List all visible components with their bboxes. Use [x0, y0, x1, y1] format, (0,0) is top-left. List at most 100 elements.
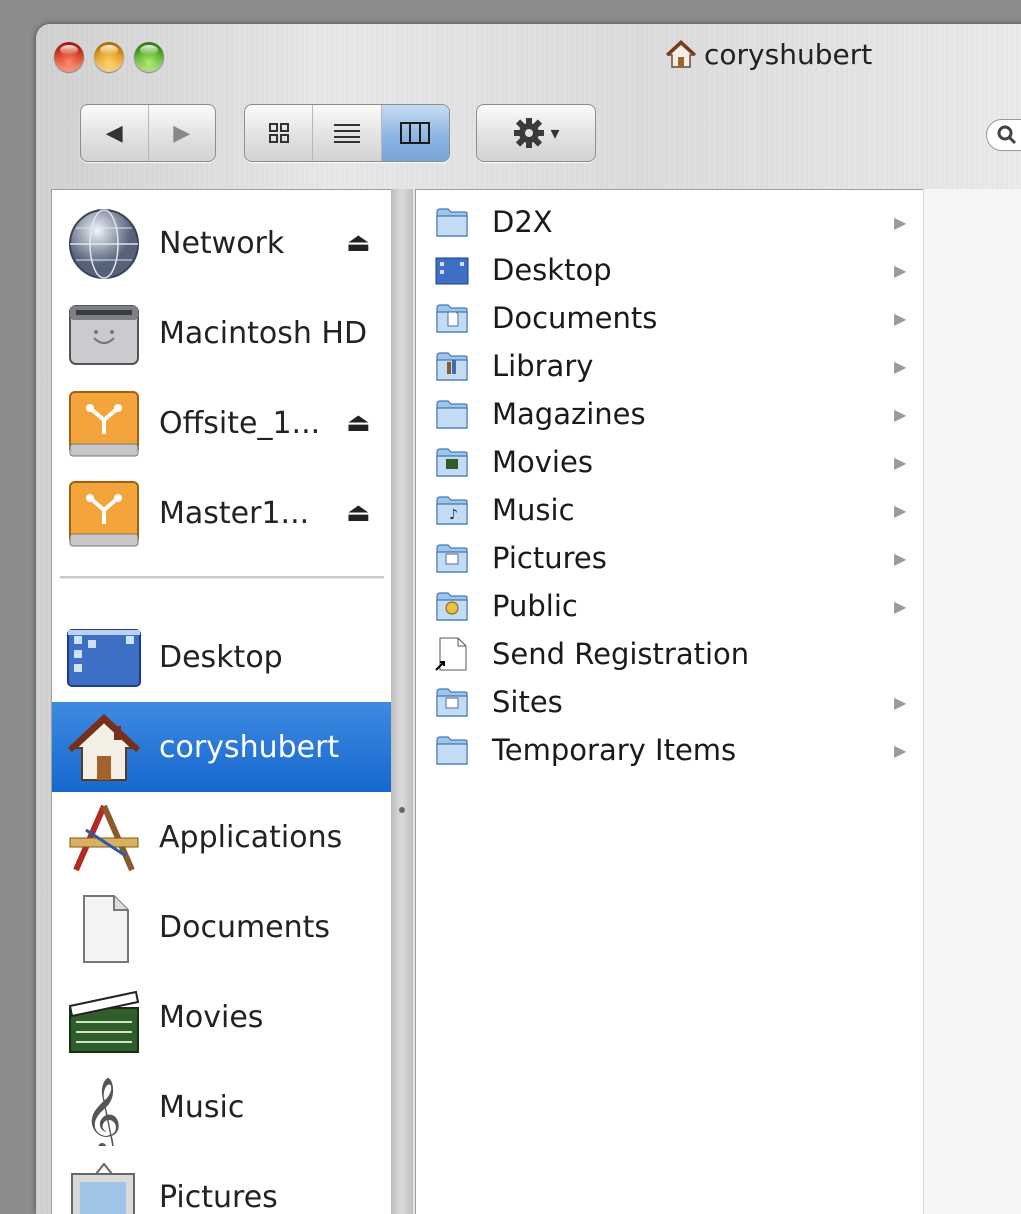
sidebar-item-master[interactable]: Master1... ⏏ [52, 468, 392, 558]
forward-button[interactable]: ▶ [149, 105, 216, 161]
sidebar-item-label: coryshubert [159, 730, 339, 765]
sidebar-item-label: Music [159, 1090, 244, 1125]
sidebar-item-label: Desktop [159, 640, 283, 675]
list-item[interactable]: Documents ▶ [416, 294, 923, 342]
disclosure-arrow-icon: ▶ [894, 213, 906, 232]
documents-folder-icon [434, 300, 470, 336]
window-title: coryshubert [666, 38, 872, 71]
finder-window: coryshubert ◀ ▶ [36, 24, 1021, 1214]
disclosure-arrow-icon: ▶ [894, 501, 906, 520]
list-item[interactable]: Send Registration [416, 630, 923, 678]
list-item[interactable]: Pictures▶ [416, 534, 923, 582]
chevron-down-icon: ▾ [550, 123, 559, 144]
sidebar-item-music[interactable]: 𝄞 Music [52, 1062, 392, 1152]
sidebar-item-label: Macintosh HD [159, 316, 367, 351]
list-item[interactable]: Movies▶ [416, 438, 923, 486]
list-view-button[interactable] [313, 105, 381, 161]
column-view-button[interactable] [382, 105, 449, 161]
back-arrow-icon: ◀ [106, 121, 123, 146]
column-view-icon [400, 122, 430, 144]
sidebar-item-label: Pictures [159, 1180, 278, 1214]
applications-icon [66, 800, 142, 876]
disclosure-arrow-icon: ▶ [894, 549, 906, 568]
firewire-drive-icon [66, 386, 142, 462]
gear-icon [512, 116, 546, 150]
disclosure-arrow-icon: ▶ [894, 357, 906, 376]
sidebar-item-pictures[interactable]: Pictures [52, 1152, 392, 1214]
forward-arrow-icon: ▶ [173, 121, 190, 146]
file-name: Music [492, 493, 575, 527]
picture-frame-icon [66, 1160, 142, 1214]
list-item[interactable]: ♪ Music ▶ [416, 486, 923, 534]
folder-icon [434, 732, 470, 768]
home-icon [666, 40, 696, 70]
sidebar-item-label: Movies [159, 1000, 263, 1035]
file-column: D2X▶Desktop▶Documents▶Library▶Magazines▶… [415, 189, 924, 1214]
desktop-icon [66, 620, 142, 696]
file-name: Magazines [492, 397, 646, 431]
eject-icon[interactable]: ⏏ [346, 228, 371, 258]
zoom-button[interactable] [134, 42, 164, 72]
alias-document-icon [434, 636, 470, 672]
sidebar-item-offsite[interactable]: Offsite_1... ⏏ [52, 378, 392, 468]
file-name: D2X [492, 205, 553, 239]
list-item[interactable]: Public▶ [416, 582, 923, 630]
list-item[interactable]: Magazines ▶ [416, 390, 923, 438]
disclosure-arrow-icon: ▶ [894, 309, 906, 328]
list-item[interactable]: Library▶ [416, 342, 923, 390]
view-mode-control [244, 104, 450, 162]
list-item[interactable]: D2X ▶ [416, 198, 923, 246]
sidebar-item-label: Documents [159, 910, 330, 945]
icon-view-icon [269, 123, 289, 143]
back-forward-control: ◀ ▶ [80, 104, 216, 162]
disclosure-arrow-icon: ▶ [894, 261, 906, 280]
sidebar-item-documents[interactable]: Documents [52, 882, 392, 972]
sidebar-item-applications[interactable]: Applications [52, 792, 392, 882]
disclosure-arrow-icon: ▶ [894, 693, 906, 712]
sidebar: Network ⏏ Macintosh HD Offsite_1... ⏏ [51, 189, 393, 1214]
search-field[interactable] [986, 119, 1021, 151]
file-name: Movies [492, 445, 593, 479]
desktop-folder-icon [434, 252, 470, 288]
document-icon [66, 890, 142, 966]
file-name: Documents [492, 301, 657, 335]
minimize-button[interactable] [94, 42, 124, 72]
svg-text:𝄞: 𝄞 [84, 1078, 122, 1146]
eject-icon[interactable]: ⏏ [346, 408, 371, 438]
file-name: Desktop [492, 253, 612, 287]
list-item[interactable]: Temporary Items ▶ [416, 726, 923, 774]
network-globe-icon [66, 206, 142, 282]
sidebar-item-desktop[interactable]: Desktop [52, 612, 392, 702]
list-item[interactable]: Sites▶ [416, 678, 923, 726]
action-menu-button[interactable]: ▾ [476, 104, 596, 162]
icon-view-button[interactable] [245, 105, 313, 161]
eject-icon[interactable]: ⏏ [346, 498, 371, 528]
list-item[interactable]: Desktop ▶ [416, 246, 923, 294]
window-title-text: coryshubert [704, 38, 872, 71]
hard-disk-icon [66, 296, 142, 372]
list-view-icon [334, 123, 360, 143]
sidebar-item-movies[interactable]: Movies [52, 972, 392, 1062]
sidebar-item-label: Applications [159, 820, 342, 855]
back-button[interactable]: ◀ [81, 105, 149, 161]
folder-icon [434, 204, 470, 240]
sidebar-item-label: Network [159, 226, 284, 261]
disclosure-arrow-icon: ▶ [894, 405, 906, 424]
svg-text:♪: ♪ [449, 507, 458, 523]
movies-folder-icon [434, 444, 470, 480]
next-column [923, 189, 1021, 1214]
sidebar-item-coryshubert[interactable]: coryshubert [52, 702, 392, 792]
sidebar-divider [60, 576, 384, 579]
sidebar-item-network[interactable]: Network ⏏ [52, 198, 392, 288]
disclosure-arrow-icon: ▶ [894, 741, 906, 760]
music-folder-icon: ♪ [434, 492, 470, 528]
sites-folder-icon [434, 684, 470, 720]
resize-grip-icon [399, 807, 405, 813]
column-resize-handle[interactable] [391, 189, 413, 1214]
close-button[interactable] [54, 42, 84, 72]
sidebar-item-macintosh-hd[interactable]: Macintosh HD [52, 288, 392, 378]
home-icon [66, 710, 142, 786]
file-name: Public [492, 589, 578, 623]
file-name: Temporary Items [492, 733, 736, 767]
pictures-folder-icon [434, 540, 470, 576]
